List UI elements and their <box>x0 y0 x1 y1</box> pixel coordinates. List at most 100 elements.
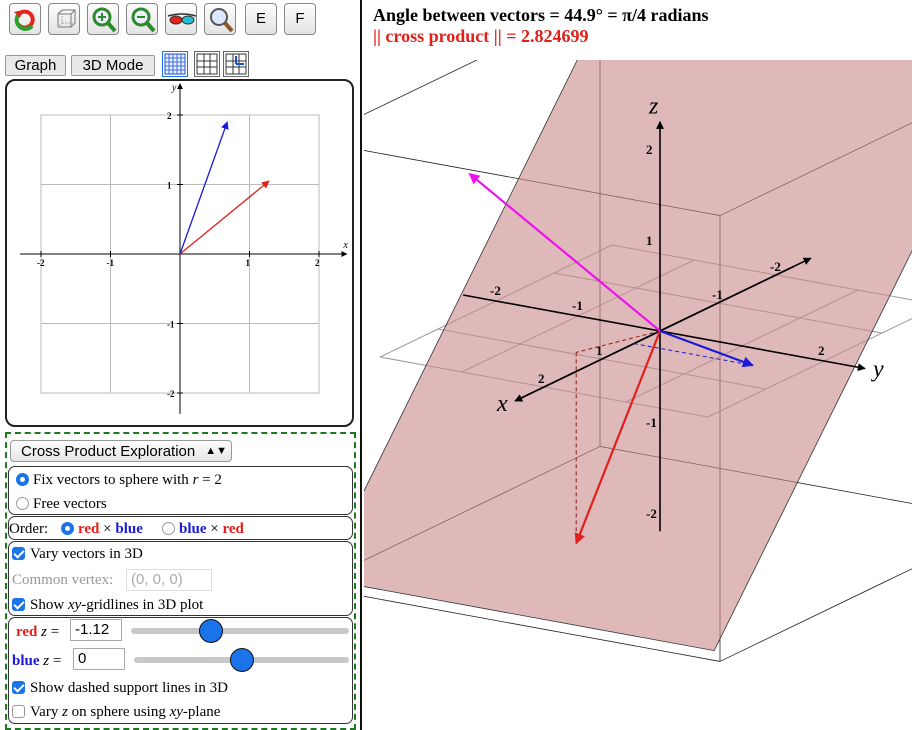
equals-sign: = <box>49 653 62 669</box>
red-z-slider-handle[interactable] <box>198 619 223 643</box>
order-blue-red-radio[interactable]: blue × red <box>162 520 244 538</box>
fix-sphere-radio[interactable]: Fix vectors to sphere with r = 2 <box>16 471 222 489</box>
y-tick-label: 2 <box>167 111 172 121</box>
magnifier-icon <box>210 8 234 33</box>
x-tick-label: 2 <box>315 258 320 268</box>
grid-icon <box>196 53 218 75</box>
show-gridlines-suffix: -gridlines in 3D plot <box>81 597 204 613</box>
show-gridlines-prefix: Show <box>30 597 68 613</box>
left-panel: E F Graph 3D Mode x y -2 -1 1 2 2 1 -1 -2 Cross P… <box>0 0 360 730</box>
x-axis-label: x <box>496 391 508 417</box>
plot-3d[interactable]: z y x 2 1 -1 -2 -2 -1 1 2 -2 -1 2 <box>364 60 912 720</box>
e-button[interactable]: E <box>245 3 277 35</box>
3d-glasses-button[interactable] <box>165 3 197 35</box>
x-tick-label: -1 <box>712 287 723 302</box>
red-z-label: red z = <box>16 623 59 641</box>
glasses-icon <box>167 13 197 25</box>
equals-sign: = <box>46 624 60 640</box>
y-axis-label: y <box>171 83 177 94</box>
checkbox-indicator[interactable] <box>12 598 25 611</box>
vary-z-checkbox[interactable]: Vary z on sphere using xy-plane <box>12 703 220 721</box>
fix-sphere-label-prefix: Fix vectors to sphere with <box>33 472 193 488</box>
y-tick-label: -1 <box>167 320 175 330</box>
radio-indicator[interactable] <box>162 522 175 535</box>
order-label: Order: <box>9 521 49 537</box>
zoom-in-button[interactable] <box>87 3 119 35</box>
reset-button[interactable] <box>9 3 41 35</box>
panel-divider <box>360 0 362 730</box>
f-button[interactable]: F <box>284 3 316 35</box>
y-axis-label: y <box>871 357 884 383</box>
radio-indicator[interactable] <box>61 522 74 535</box>
dropdown-value: Cross Product Exploration <box>21 443 196 460</box>
free-vectors-radio[interactable]: Free vectors <box>16 495 107 513</box>
red-z-input[interactable]: -1.12 <box>70 619 122 641</box>
x-tick-label: 2 <box>538 371 545 386</box>
order-blue-label: blue <box>115 521 143 537</box>
common-vertex-input[interactable]: (0, 0, 0) <box>126 569 212 591</box>
checkbox-indicator[interactable] <box>12 681 25 694</box>
vary-z-mid: on sphere using <box>67 704 170 720</box>
fine-grid-icon <box>164 53 186 75</box>
z-axis-label: z <box>648 94 659 120</box>
blue-label: blue <box>12 653 40 669</box>
blue-z-label: blue z = <box>12 652 61 670</box>
checkbox-indicator[interactable] <box>12 547 25 560</box>
y-tick-label: 1 <box>167 181 172 191</box>
grid-vector-button[interactable] <box>223 51 249 77</box>
vary-3d-checkbox[interactable]: Vary vectors in 3D <box>12 545 143 563</box>
chevron-updown-icon: ▲▼ <box>205 445 227 457</box>
dashed-lines-checkbox[interactable]: Show dashed support lines in 3D <box>12 679 228 697</box>
x-tick-label: 1 <box>246 258 251 268</box>
box-view-button[interactable] <box>48 3 80 35</box>
zoom-in-icon <box>92 7 117 33</box>
fine-grid-button[interactable] <box>162 51 188 77</box>
x-tick-label: -2 <box>770 259 781 274</box>
order-red-label: red <box>78 521 100 537</box>
checkbox-indicator[interactable] <box>12 705 25 718</box>
box-icon <box>57 9 77 28</box>
radio-indicator[interactable] <box>16 473 29 486</box>
order-red-label: red <box>222 521 244 537</box>
blue-z-input[interactable]: 0 <box>73 648 125 670</box>
xy-variable: xy <box>169 704 183 720</box>
x-axis-label: x <box>342 240 348 251</box>
order-blue-label: blue <box>179 521 207 537</box>
grid-button[interactable] <box>194 51 220 77</box>
common-vertex-label: Common vertex: <box>12 572 114 588</box>
red-z-slider[interactable] <box>131 628 349 634</box>
order-row: Order: <box>9 520 48 538</box>
zoom-out-button[interactable] <box>126 3 158 35</box>
exploration-dropdown[interactable]: Cross Product Exploration ▲▼ <box>10 440 232 462</box>
grid-vector-icon <box>225 53 247 75</box>
z-tick-label: 1 <box>646 233 653 248</box>
order-red-blue-radio[interactable]: red × blue <box>61 520 143 538</box>
times-sign: × <box>210 521 219 537</box>
magnifier-button[interactable] <box>204 3 236 35</box>
free-vectors-label: Free vectors <box>33 496 107 512</box>
radio-indicator[interactable] <box>16 497 29 510</box>
z-tick-label: 2 <box>646 142 653 157</box>
show-gridlines-checkbox[interactable]: Show xy-gridlines in 3D plot <box>12 596 203 614</box>
blue-z-slider-handle[interactable] <box>229 648 254 672</box>
y-tick-label: -1 <box>572 298 583 313</box>
vary-z-prefix: Vary <box>30 704 63 720</box>
x-tick-label: -1 <box>107 258 115 268</box>
vary-z-suffix: -plane <box>182 704 221 720</box>
x-tick-label: -2 <box>37 258 45 268</box>
reset-icon <box>14 9 35 31</box>
y-tick-label: -2 <box>490 283 501 298</box>
z-tick-label: -2 <box>646 506 657 521</box>
x-tick-label: 1 <box>596 343 603 358</box>
times-sign: × <box>103 521 112 537</box>
graph-2d[interactable]: x y -2 -1 1 2 2 1 -1 -2 <box>7 81 352 425</box>
y-tick-label: 2 <box>818 343 825 358</box>
graph-button[interactable]: Graph <box>5 55 66 76</box>
zoom-out-icon <box>131 7 156 33</box>
graph-2d-panel[interactable]: x y -2 -1 1 2 2 1 -1 -2 <box>5 79 354 427</box>
y-tick-label: -2 <box>167 389 175 399</box>
z-tick-label: -1 <box>646 415 657 430</box>
xy-variable: xy <box>67 597 82 613</box>
fix-sphere-label-suffix: = 2 <box>198 472 222 488</box>
3d-mode-button[interactable]: 3D Mode <box>71 55 155 76</box>
